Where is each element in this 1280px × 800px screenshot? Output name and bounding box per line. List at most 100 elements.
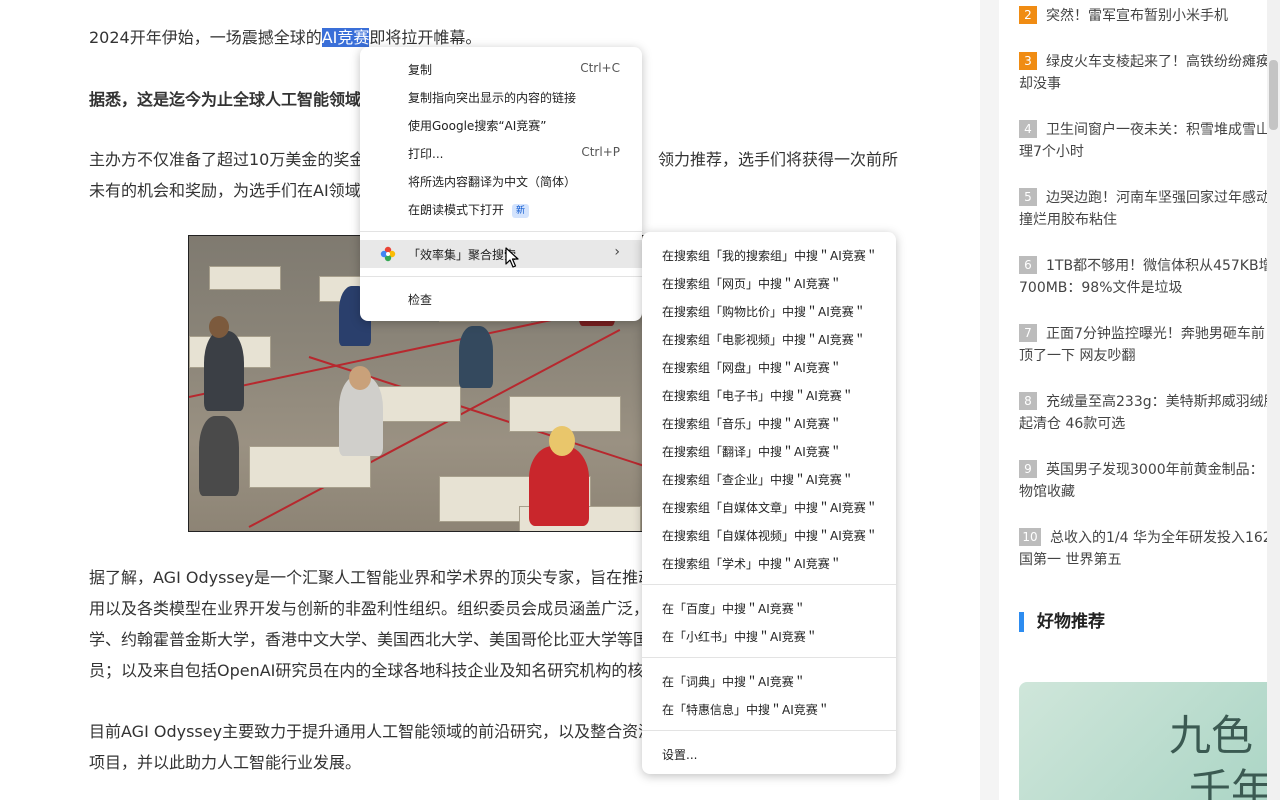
scrollbar-thumb[interactable] [1269, 60, 1278, 130]
mouse-pointer-icon [505, 247, 519, 268]
selected-text[interactable]: AI竞赛 [321, 28, 370, 47]
rank-title-cont[interactable]: 国第一 世界第五 [1019, 549, 1269, 571]
submenu-label: 设置... [662, 748, 698, 762]
submenu-settings[interactable]: 设置... [642, 740, 896, 768]
rank-item-3[interactable]: 3 绿皮火车支棱起来了！高铁纷纷瘫痪 却没事 [1019, 51, 1270, 95]
agi-line-3: 学、约翰霍普金斯大学，香港中文大学、美国西北大学、美国哥伦比亚大学等国 [89, 630, 650, 649]
submenu-label: 在搜索组「音乐」中搜＂AI竞赛＂ [662, 417, 842, 431]
submenu-group-company[interactable]: 在搜索组「查企业」中搜＂AI竞赛＂ [642, 465, 896, 493]
reader-mode-label: 在朗读模式下打开 [408, 203, 505, 217]
sidebar-ranking: 2 突然！雷军宣布暂别小米手机 3 绿皮火车支棱起来了！高铁纷纷瘫痪 却没事 4 卫生… [999, 0, 1280, 800]
rank-number: 2 [1019, 6, 1037, 24]
rank-number: 5 [1019, 188, 1037, 206]
menu-divider [360, 231, 642, 232]
rank-item-8[interactable]: 8 充绒量至高233g：美特斯邦威羽绒服 起清仓 46款可选 [1019, 391, 1278, 435]
submenu-group-ebook[interactable]: 在搜索组「电子书」中搜＂AI竞赛＂ [642, 381, 896, 409]
submenu-group-my-search[interactable]: 在搜索组「我的搜索组」中搜＂AI竞赛＂ [642, 241, 896, 269]
submenu-label: 在「百度」中搜＂AI竞赛＂ [662, 602, 806, 616]
rank-item-9[interactable]: 9 英国男子发现3000年前黄金制品： 物馆收藏 [1019, 459, 1269, 503]
submenu-tool-dictionary[interactable]: 在「词典」中搜＂AI竞赛＂ [642, 667, 896, 695]
submenu-group-media-article[interactable]: 在搜索组「自媒体文章」中搜＂AI竞赛＂ [642, 493, 896, 521]
menu-label: 复制 [408, 63, 433, 77]
rank-number: 10 [1019, 528, 1041, 546]
rank-title[interactable]: 充绒量至高233g：美特斯邦威羽绒服 [1046, 394, 1278, 410]
promo-banner[interactable]: 九色 千年 [1019, 682, 1280, 800]
menu-item-reader-mode[interactable]: 在朗读模式下打开新 [360, 195, 642, 223]
rank-number: 6 [1019, 256, 1037, 274]
rank-title[interactable]: 卫生间窗户一夜未关：积雪堆成雪山 [1046, 122, 1270, 138]
rank-item-5[interactable]: 5 边哭边跑！河南车坚强回家过年感动 撞烂用胶布粘住 [1019, 187, 1270, 231]
rank-title[interactable]: 突然！雷军宣布暂别小米手机 [1046, 8, 1228, 24]
submenu-label: 在搜索组「查企业」中搜＂AI竞赛＂ [662, 473, 854, 487]
menu-item-google-search[interactable]: 使用Google搜索“AI竞赛” [360, 111, 642, 139]
rank-title-cont[interactable]: 理7个小时 [1019, 141, 1269, 163]
rank-title[interactable]: 英国男子发现3000年前黄金制品： [1046, 462, 1264, 478]
submenu-group-web[interactable]: 在搜索组「网页」中搜＂AI竞赛＂ [642, 269, 896, 297]
aggregate-search-submenu: 在搜索组「我的搜索组」中搜＂AI竞赛＂ 在搜索组「网页」中搜＂AI竞赛＂ 在搜索… [642, 232, 896, 774]
submenu-group-shopping[interactable]: 在搜索组「购物比价」中搜＂AI竞赛＂ [642, 297, 896, 325]
submenu-label: 在「特惠信息」中搜＂AI竞赛＂ [662, 703, 830, 717]
rank-item-4[interactable]: 4 卫生间窗户一夜未关：积雪堆成雪山 理7个小时 [1019, 119, 1270, 163]
context-menu: 复制 Ctrl+C 复制指向突出显示的内容的链接 使用Google搜索“AI竞赛… [360, 47, 642, 321]
submenu-label: 在搜索组「电子书」中搜＂AI竞赛＂ [662, 389, 854, 403]
rank-number: 7 [1019, 324, 1037, 342]
rank-title[interactable]: 总收入的1/4 华为全年研发投入162 [1050, 530, 1272, 546]
intro-text-after: 即将拉开帷幕。 [369, 28, 482, 47]
focus-line-1: 目前AGI Odyssey主要致力于提升通用人工智能领域的前沿研究，以及整合资源 [89, 722, 655, 741]
rank-title[interactable]: 绿皮火车支棱起来了！高铁纷纷瘫痪 [1046, 54, 1270, 70]
submenu-group-translate[interactable]: 在搜索组「翻译」中搜＂AI竞赛＂ [642, 437, 896, 465]
rank-title-cont[interactable]: 700MB：98%文件是垃圾 [1019, 277, 1269, 299]
prize-line-2: 未有的机会和奖励，为选手们在AI领域 [89, 181, 361, 200]
rank-item-10[interactable]: 10 总收入的1/4 华为全年研发投入162 国第一 世界第五 [1019, 527, 1272, 571]
submenu-tool-deals[interactable]: 在「特惠信息」中搜＂AI竞赛＂ [642, 695, 896, 723]
agi-line-4: 员；以及来自包括OpenAI研究员在内的全球各地科技企业及知名研究机构的核 [89, 661, 644, 680]
rank-title-cont[interactable]: 却没事 [1019, 73, 1269, 95]
menu-label: 「效率集」聚合搜索 [408, 248, 517, 262]
agi-line-1: 据了解，AGI Odyssey是一个汇聚人工智能业界和学术界的顶尖专家，旨在推动 [89, 568, 655, 587]
menu-label: 检查 [408, 293, 433, 307]
rank-title-cont[interactable]: 起清仓 46款可选 [1019, 413, 1269, 435]
page-scrollbar[interactable] [1267, 0, 1280, 800]
submenu-label: 在搜索组「我的搜索组」中搜＂AI竞赛＂ [662, 249, 878, 263]
paragraph-prize-right: 领力推荐，选手们将获得一次前所 [658, 144, 898, 175]
rank-title-cont[interactable]: 顶了一下 网友吵翻 [1019, 345, 1269, 367]
rank-number: 9 [1019, 460, 1037, 478]
prize-line-1-right: 领力推荐，选手们将获得一次前所 [658, 150, 899, 169]
rank-item-2[interactable]: 2 突然！雷军宣布暂别小米手机 [1019, 5, 1269, 27]
submenu-group-media-video[interactable]: 在搜索组「自媒体视频」中搜＂AI竞赛＂ [642, 521, 896, 549]
rank-title-cont[interactable]: 物馆收藏 [1019, 481, 1269, 503]
rank-number: 8 [1019, 392, 1037, 410]
rank-item-6[interactable]: 6 1TB都不够用！微信体积从457KB增 700MB：98%文件是垃圾 [1019, 255, 1273, 299]
submenu-group-academic[interactable]: 在搜索组「学术」中搜＂AI竞赛＂ [642, 549, 896, 577]
submenu-group-video[interactable]: 在搜索组「电影视频」中搜＂AI竞赛＂ [642, 325, 896, 353]
submenu-label: 在「词典」中搜＂AI竞赛＂ [662, 675, 806, 689]
submenu-label: 在搜索组「网页」中搜＂AI竞赛＂ [662, 277, 842, 291]
menu-item-inspect[interactable]: 检查 [360, 285, 642, 313]
prize-line-1: 主办方不仅准备了超过10万美金的奖金 [89, 150, 366, 169]
section-title-recommend: 好物推荐 [1019, 612, 1105, 632]
intro-text-before: 2024开年伊始，一场震撼全球的 [89, 28, 322, 47]
menu-item-copy[interactable]: 复制 Ctrl+C [360, 55, 642, 83]
menu-divider [360, 276, 642, 277]
rank-number: 4 [1019, 120, 1037, 138]
new-badge: 新 [512, 204, 530, 218]
submenu-group-netdisk[interactable]: 在搜索组「网盘」中搜＂AI竞赛＂ [642, 353, 896, 381]
menu-item-translate[interactable]: 将所选内容翻译为中文（简体） [360, 167, 642, 195]
rank-item-7[interactable]: 7 正面7分钟监控曝光！奔驰男砸车前 顶了一下 网友吵翻 [1019, 323, 1269, 367]
bold-statement: 据悉，这是迄今为止全球人工智能领域 [89, 90, 362, 109]
rank-title[interactable]: 边哭边跑！河南车坚强回家过年感动 [1046, 190, 1270, 206]
rank-title[interactable]: 正面7分钟监控曝光！奔驰男砸车前 [1046, 326, 1265, 342]
submenu-engine-baidu[interactable]: 在「百度」中搜＂AI竞赛＂ [642, 594, 896, 622]
submenu-group-music[interactable]: 在搜索组「音乐」中搜＂AI竞赛＂ [642, 409, 896, 437]
menu-shortcut: Ctrl+C [580, 61, 620, 75]
rank-title-cont[interactable]: 撞烂用胶布粘住 [1019, 209, 1269, 231]
menu-item-copy-link[interactable]: 复制指向突出显示的内容的链接 [360, 83, 642, 111]
colorful-app-icon [380, 246, 396, 262]
submenu-divider [642, 657, 896, 658]
rank-title[interactable]: 1TB都不够用！微信体积从457KB增 [1046, 258, 1273, 274]
submenu-engine-xiaohongshu[interactable]: 在「小红书」中搜＂AI竞赛＂ [642, 622, 896, 650]
menu-item-aggregate-search[interactable]: 「效率集」聚合搜索 › [360, 240, 642, 268]
menu-label: 将所选内容翻译为中文（简体） [408, 175, 577, 189]
menu-label: 打印... [408, 147, 444, 161]
menu-item-print[interactable]: 打印... Ctrl+P [360, 139, 642, 167]
